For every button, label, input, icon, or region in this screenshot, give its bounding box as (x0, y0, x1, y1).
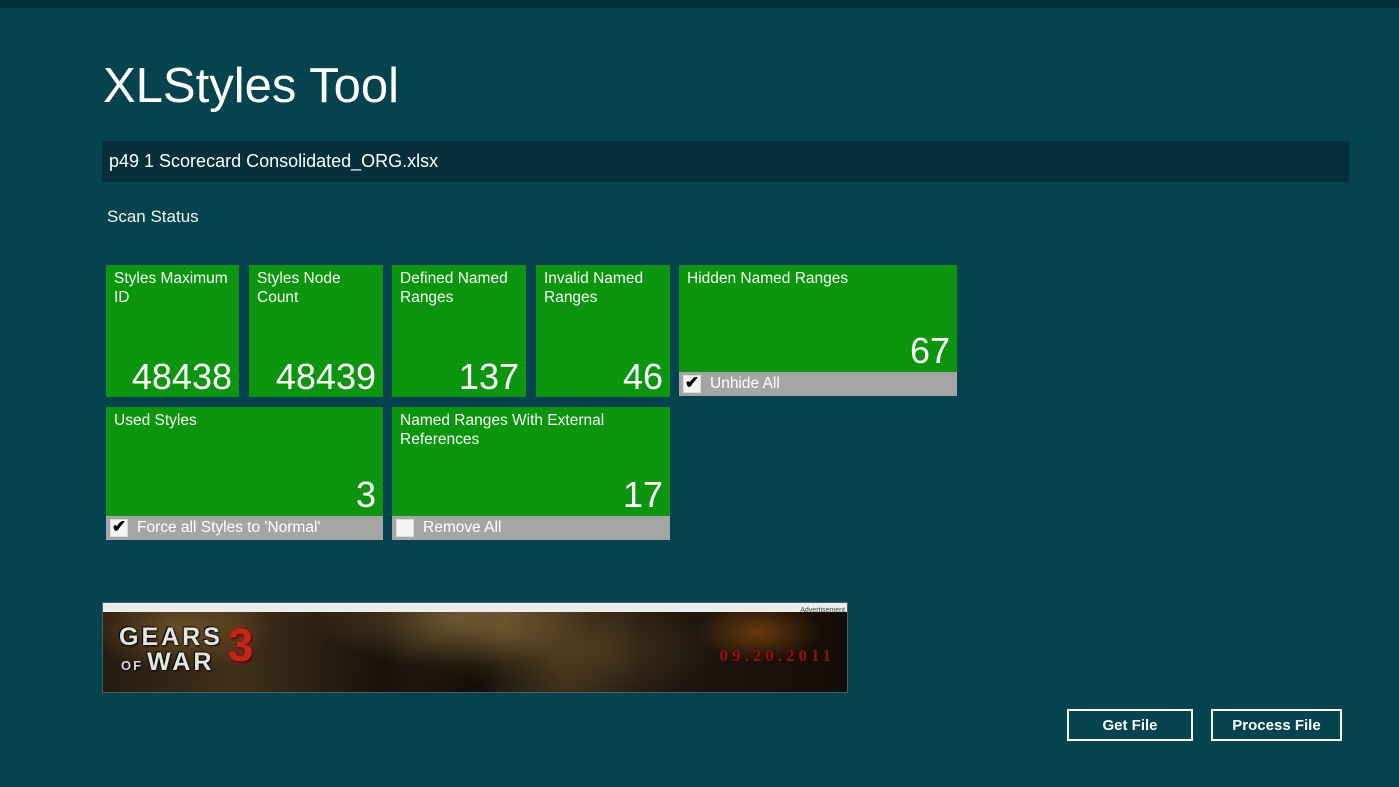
tile-value: 3 (356, 476, 376, 514)
tile-value: 17 (623, 476, 663, 514)
app-window: XLStyles Tool p49 1 Scorecard Consolidat… (0, 0, 1399, 787)
tile-used-styles: Used Styles 3 ✔ Force all Styles to 'Nor… (106, 407, 383, 540)
ad-release-date: 09.20.2011 (719, 646, 835, 666)
logo-gears-text: GEARS (119, 624, 223, 650)
tile-value: 67 (910, 332, 950, 370)
ad-strip: Advertisement (103, 603, 847, 612)
tile-value: 46 (623, 358, 663, 396)
tile-value: 48438 (132, 358, 232, 396)
tile-invalid-named-ranges: Invalid Named Ranges 46 (536, 265, 670, 397)
tile-label: Styles Maximum ID (114, 270, 231, 308)
process-file-button[interactable]: Process File (1211, 709, 1342, 741)
logo-number-3: 3 (228, 624, 254, 668)
tile-styles-maximum-id: Styles Maximum ID 48438 (106, 265, 239, 397)
unhide-all-checkbox-label: Unhide All (710, 375, 780, 393)
page-title: XLStyles Tool (103, 58, 399, 114)
remove-all-check-bar: Remove All (392, 516, 670, 540)
logo-of-text: OF (121, 658, 143, 673)
force-styles-normal-checkbox-label: Force all Styles to 'Normal' (137, 519, 320, 537)
tile-label: Invalid Named Ranges (544, 270, 662, 308)
window-top-strip (0, 0, 1399, 8)
tile-label: Styles Node Count (257, 270, 375, 308)
scan-status-label: Scan Status (107, 207, 199, 227)
remove-all-checkbox[interactable] (396, 519, 414, 537)
tile-label: Named Ranges With External References (400, 412, 662, 450)
remove-all-checkbox-label: Remove All (423, 519, 501, 537)
check-mark-icon: ✔ (685, 374, 699, 391)
tile-label: Hidden Named Ranges (687, 270, 949, 289)
ad-image[interactable]: GEARS OF WAR 3 09.20.2011 (103, 612, 847, 692)
force-styles-normal-check-bar: ✔ Force all Styles to 'Normal' (106, 516, 383, 540)
tile-value: 137 (459, 358, 519, 396)
tile-hidden-named-ranges: Hidden Named Ranges 67 ✔ Unhide All (679, 265, 957, 396)
logo-war-text: WAR (147, 650, 214, 675)
force-styles-normal-checkbox[interactable]: ✔ (110, 519, 128, 537)
unhide-all-check-bar: ✔ Unhide All (679, 372, 957, 396)
check-mark-icon: ✔ (112, 518, 126, 535)
file-name-text: p49 1 Scorecard Consolidated_ORG.xlsx (109, 151, 438, 172)
tile-styles-node-count: Styles Node Count 48439 (249, 265, 383, 397)
unhide-all-checkbox[interactable]: ✔ (683, 375, 701, 393)
ad-banner[interactable]: Advertisement GEARS OF WAR 3 09.20.2011 (102, 602, 848, 693)
gears-of-war-logo: GEARS OF WAR 3 (119, 624, 254, 675)
tile-label: Defined Named Ranges (400, 270, 518, 308)
tile-defined-named-ranges: Defined Named Ranges 137 (392, 265, 526, 397)
tile-value: 48439 (276, 358, 376, 396)
tile-named-ranges-external-references: Named Ranges With External References 17… (392, 407, 670, 540)
file-name-bar: p49 1 Scorecard Consolidated_ORG.xlsx (102, 141, 1349, 182)
tile-label: Used Styles (114, 412, 375, 431)
get-file-button[interactable]: Get File (1067, 709, 1193, 741)
